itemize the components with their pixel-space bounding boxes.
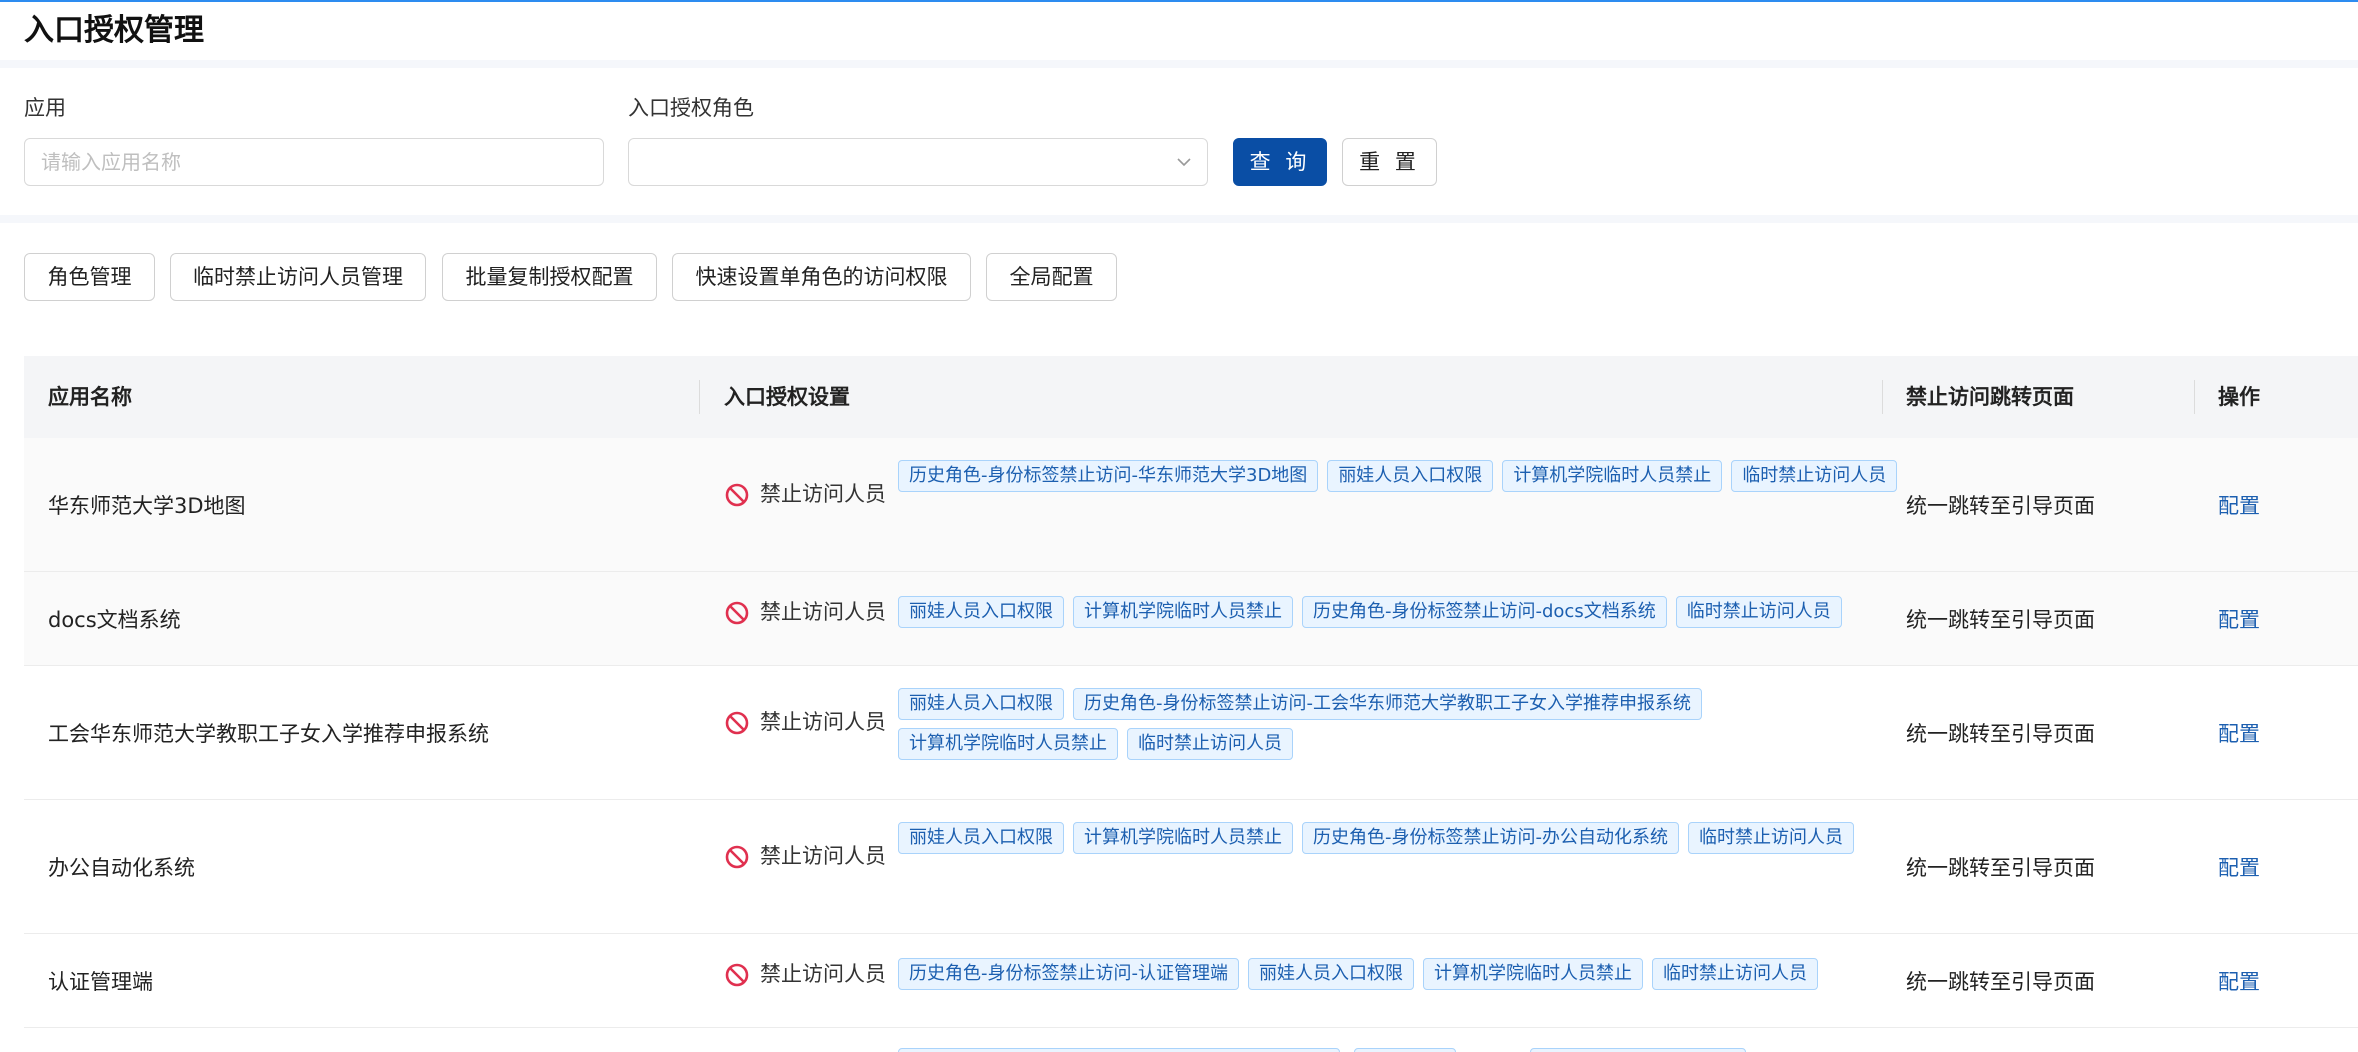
tag-list: 丽娃人员入口权限 历史角色-身份标签禁止访问-工会华东师范大学教职工子女入学推荐… <box>898 688 1898 760</box>
role-tag: 历史角色-身份标签禁止访问-docs文档系统 <box>1302 596 1667 628</box>
role-tag: 历史角色-身份标签禁止访问-认证管理端 <box>898 958 1239 990</box>
ban-icon <box>725 711 749 735</box>
partial-row-tag <box>1354 1048 1456 1052</box>
ban-icon <box>725 845 749 869</box>
redirect-cell: 统一跳转至引导页面 <box>1906 856 2095 880</box>
ban-icon <box>725 601 749 625</box>
role-tag: 临时禁止访问人员 <box>1127 728 1293 760</box>
app-name-cell: docs文档系统 <box>48 608 181 632</box>
column-app-name: 应用名称 <box>48 385 132 409</box>
role-select[interactable] <box>628 138 1208 186</box>
role-tag: 历史角色-身份标签禁止访问-华东师范大学3D地图 <box>898 460 1319 492</box>
role-tag: 临时禁止访问人员 <box>1688 822 1854 854</box>
configure-link[interactable]: 配置 <box>2218 966 2260 996</box>
table-header: 应用名称 入口授权设置 禁止访问跳转页面 操作 <box>24 356 2358 438</box>
redirect-cell: 统一跳转至引导页面 <box>1906 608 2095 632</box>
role-management-button[interactable]: 角色管理 <box>24 253 155 301</box>
tag-list: 丽娃人员入口权限 计算机学院临时人员禁止 历史角色-身份标签禁止访问-办公自动化… <box>898 822 1898 854</box>
ban-label: 禁止访问人员 <box>760 600 886 624</box>
page-title: 入口授权管理 <box>24 13 204 48</box>
tag-list: 历史角色-身份标签禁止访问-认证管理端 丽娃人员入口权限 计算机学院临时人员禁止… <box>898 958 1898 990</box>
ban-icon <box>725 483 749 507</box>
role-tag: 计算机学院临时人员禁止 <box>1073 822 1293 854</box>
app-name-cell: 认证管理端 <box>48 970 153 994</box>
role-tag: 临时禁止访问人员 <box>1675 596 1842 628</box>
table-row: 华东师范大学3D地图 禁止访问人员 历史角色-身份标签禁止访问-华东师范大学3D… <box>24 438 2358 572</box>
role-tag: 历史角色-身份标签禁止访问-办公自动化系统 <box>1302 822 1679 854</box>
tag-list: 历史角色-身份标签禁止访问-华东师范大学3D地图 丽娃人员入口权限 计算机学院临… <box>898 460 1898 492</box>
ban-label: 禁止访问人员 <box>760 962 886 986</box>
search-panel: 应用 请输入应用名称 入口授权角色 查 询 重 置 <box>0 68 2358 215</box>
redirect-cell: 统一跳转至引导页面 <box>1906 494 2095 518</box>
app-name-cell: 工会华东师范大学教职工子女入学推荐申报系统 <box>48 722 489 746</box>
column-auth-settings: 入口授权设置 <box>724 385 850 409</box>
app-label: 应用 <box>24 96 66 120</box>
column-redirect: 禁止访问跳转页面 <box>1906 385 2074 409</box>
redirect-cell: 统一跳转至引导页面 <box>1906 970 2095 994</box>
app-search-input[interactable]: 请输入应用名称 <box>24 138 604 186</box>
role-tag: 丽娃人员入口权限 <box>1327 460 1494 492</box>
reset-button[interactable]: 重 置 <box>1342 138 1437 186</box>
app-name-cell: 办公自动化系统 <box>48 856 195 880</box>
role-tag: 丽娃人员入口权限 <box>898 822 1064 854</box>
chevron-down-icon <box>1177 158 1191 167</box>
table-row: docs文档系统 禁止访问人员 丽娃人员入口权限 计算机学院临时人员禁止 历史角… <box>24 572 2358 666</box>
partial-row-tag <box>1530 1048 1746 1052</box>
role-tag: 计算机学院临时人员禁止 <box>898 728 1118 760</box>
role-tag: 丽娃人员入口权限 <box>898 688 1064 720</box>
role-tag: 丽娃人员入口权限 <box>1248 958 1414 990</box>
role-label: 入口授权角色 <box>628 96 754 120</box>
temp-ban-management-button[interactable]: 临时禁止访问人员管理 <box>170 253 426 301</box>
tag-list: 丽娃人员入口权限 计算机学院临时人员禁止 历史角色-身份标签禁止访问-docs文… <box>898 596 1898 628</box>
role-tag: 计算机学院临时人员禁止 <box>1502 460 1723 492</box>
query-button[interactable]: 查 询 <box>1233 138 1327 186</box>
configure-link[interactable]: 配置 <box>2218 852 2260 882</box>
table-row: 工会华东师范大学教职工子女入学推荐申报系统 禁止访问人员 丽娃人员入口权限 历史… <box>24 666 2358 800</box>
role-tag: 计算机学院临时人员禁止 <box>1073 596 1293 628</box>
redirect-cell: 统一跳转至引导页面 <box>1906 722 2095 746</box>
ban-label: 禁止访问人员 <box>760 482 886 506</box>
role-tag: 计算机学院临时人员禁止 <box>1423 958 1643 990</box>
configure-link[interactable]: 配置 <box>2218 718 2260 748</box>
page-header: 入口授权管理 <box>0 2 2358 60</box>
configure-link[interactable]: 配置 <box>2218 490 2260 520</box>
role-tag: 历史角色-身份标签禁止访问-工会华东师范大学教职工子女入学推荐申报系统 <box>1073 688 1702 720</box>
global-config-button[interactable]: 全局配置 <box>986 253 1117 301</box>
role-tag: 丽娃人员入口权限 <box>898 596 1064 628</box>
app-name-cell: 华东师范大学3D地图 <box>48 494 246 518</box>
configure-link[interactable]: 配置 <box>2218 604 2260 634</box>
quick-single-role-button[interactable]: 快速设置单角色的访问权限 <box>672 253 971 301</box>
role-tag: 临时禁止访问人员 <box>1731 460 1898 492</box>
ban-icon <box>725 963 749 987</box>
main-panel: 角色管理 临时禁止访问人员管理 批量复制授权配置 快速设置单角色的访问权限 全局… <box>0 223 2358 1052</box>
partial-row-tag <box>898 1048 1340 1052</box>
role-tag: 临时禁止访问人员 <box>1652 958 1818 990</box>
table-row: 办公自动化系统 禁止访问人员 丽娃人员入口权限 计算机学院临时人员禁止 历史角色… <box>24 800 2358 934</box>
table-row: 认证管理端 禁止访问人员 历史角色-身份标签禁止访问-认证管理端 丽娃人员入口权… <box>24 934 2358 1028</box>
column-actions: 操作 <box>2218 385 2260 409</box>
batch-copy-config-button[interactable]: 批量复制授权配置 <box>442 253 657 301</box>
ban-label: 禁止访问人员 <box>760 844 886 868</box>
ban-label: 禁止访问人员 <box>760 710 886 734</box>
